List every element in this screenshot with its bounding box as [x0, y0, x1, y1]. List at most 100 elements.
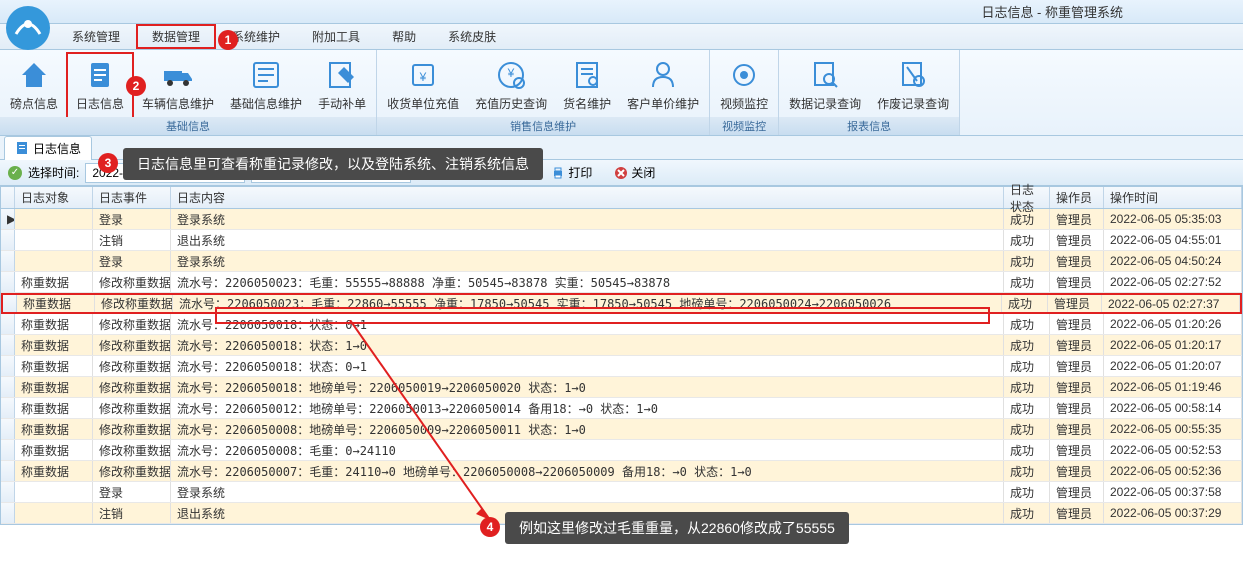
- th-content[interactable]: 日志内容: [171, 187, 1004, 208]
- row-marker: [1, 251, 15, 271]
- th-operator[interactable]: 操作员: [1050, 187, 1104, 208]
- cell-operator: 管理员: [1050, 356, 1104, 376]
- menu-system-mgmt[interactable]: 系统管理: [56, 24, 136, 49]
- tool-void-query[interactable]: 作废记录查询: [869, 52, 957, 119]
- cell-operator: 管理员: [1050, 335, 1104, 355]
- cell-time: 2022-06-05 02:27:37: [1102, 295, 1240, 312]
- row-marker: [1, 503, 15, 523]
- check-icon: ✓: [8, 166, 22, 180]
- void-doc-icon: [897, 59, 929, 91]
- cell-event: 修改称重数据: [93, 398, 171, 418]
- cell-time: 2022-06-05 01:19:46: [1104, 377, 1242, 397]
- menu-help[interactable]: 帮助: [376, 24, 432, 49]
- titlebar: 日志信息 - 称重管理系统: [0, 0, 1243, 24]
- cell-time: 2022-06-05 00:52:36: [1104, 461, 1242, 481]
- cell-time: 2022-06-05 00:55:35: [1104, 419, 1242, 439]
- tool-data-query[interactable]: 数据记录查询: [781, 52, 869, 119]
- tool-goods-maint[interactable]: 货名维护: [555, 52, 619, 119]
- cell-event: 修改称重数据: [93, 335, 171, 355]
- cell-time: 2022-06-05 02:27:52: [1104, 272, 1242, 292]
- table-body: ▶登录登录系统成功管理员2022-06-05 05:35:03注销退出系统成功管…: [1, 209, 1242, 524]
- menu-data-mgmt[interactable]: 数据管理: [136, 24, 216, 49]
- cell-status: 成功: [1004, 335, 1050, 355]
- btn-close[interactable]: 关闭: [606, 162, 663, 183]
- table-row[interactable]: 称重数据修改称重数据流水号：2206050008：毛重：0→24110成功管理员…: [1, 440, 1242, 461]
- camera-icon: [728, 59, 760, 91]
- btn-print[interactable]: 打印: [543, 162, 600, 183]
- table-row[interactable]: 称重数据修改称重数据流水号：2206050008：地磅单号：2206050009…: [1, 419, 1242, 440]
- app-logo: [4, 4, 52, 52]
- cell-content: 流水号：2206050023：毛重：55555→88888 净重：50545→8…: [171, 272, 1004, 292]
- table-row[interactable]: 称重数据修改称重数据流水号：2206050023：毛重：55555→88888 …: [1, 272, 1242, 293]
- th-event[interactable]: 日志事件: [93, 187, 171, 208]
- th-time[interactable]: 操作时间: [1104, 187, 1242, 208]
- cell-status: 成功: [1004, 356, 1050, 376]
- cell-time: 2022-06-05 00:52:53: [1104, 440, 1242, 460]
- cell-content: 流水号：2206050012：地磅单号：2206050013→220605001…: [171, 398, 1004, 418]
- home-icon: [18, 59, 50, 91]
- table-row[interactable]: 称重数据修改称重数据流水号：2206050018：状态：0→1成功管理员2022…: [1, 356, 1242, 377]
- cell-content: 流水号：2206050023：毛重：22860→55555 净重：17850→5…: [173, 295, 1002, 312]
- cell-content: 流水号：2206050008：毛重：0→24110: [171, 440, 1004, 460]
- row-marker: ▶: [1, 209, 15, 229]
- menu-addon-tools[interactable]: 附加工具: [296, 24, 376, 49]
- table-row[interactable]: 称重数据修改称重数据流水号：2206050007：毛重：24110→0 地磅单号…: [1, 461, 1242, 482]
- row-marker: [1, 419, 15, 439]
- cell-content: 流水号：2206050018：状态：0→1: [171, 356, 1004, 376]
- tool-log-info[interactable]: 日志信息: [66, 52, 134, 119]
- th-status[interactable]: 日志状态: [1004, 187, 1050, 208]
- cell-status: 成功: [1004, 398, 1050, 418]
- group-label-sales: 销售信息维护: [377, 117, 709, 135]
- tab-label: 日志信息: [33, 140, 81, 157]
- tool-recharge[interactable]: ¥ 收货单位充值: [379, 52, 467, 119]
- table-row[interactable]: 称重数据修改称重数据流水号：2206050018：状态：0→1成功管理员2022…: [1, 314, 1242, 335]
- tool-basic-maint[interactable]: 基础信息维护: [222, 52, 310, 119]
- table-row[interactable]: 称重数据修改称重数据流水号：2206050018：地磅单号：2206050019…: [1, 377, 1242, 398]
- cell-object: [15, 230, 93, 250]
- table-row[interactable]: 登录登录系统成功管理员2022-06-05 04:50:24: [1, 251, 1242, 272]
- tool-manual-order[interactable]: 手动补单: [310, 52, 374, 119]
- cell-time: 2022-06-05 00:58:14: [1104, 398, 1242, 418]
- cell-time: 2022-06-05 01:20:07: [1104, 356, 1242, 376]
- cell-operator: 管理员: [1050, 272, 1104, 292]
- cell-status: 成功: [1004, 503, 1050, 523]
- tool-pound-info[interactable]: 磅点信息: [2, 52, 66, 119]
- table-row[interactable]: 注销退出系统成功管理员2022-06-05 04:55:01: [1, 230, 1242, 251]
- cell-object: 称重数据: [15, 356, 93, 376]
- doc-icon: [571, 59, 603, 91]
- cell-status: 成功: [1004, 377, 1050, 397]
- row-marker: [1, 377, 15, 397]
- table-row[interactable]: 称重数据修改称重数据流水号：2206050023：毛重：22860→55555 …: [1, 293, 1242, 314]
- table-row[interactable]: ▶登录登录系统成功管理员2022-06-05 05:35:03: [1, 209, 1242, 230]
- tool-customer-price[interactable]: 客户单价维护: [619, 52, 707, 119]
- callout-tip-4: 例如这里修改过毛重重量，从22860修改成了55555: [505, 512, 849, 544]
- table-row[interactable]: 登录登录系统成功管理员2022-06-05 00:37:58: [1, 482, 1242, 503]
- table-row[interactable]: 称重数据修改称重数据流水号：2206050012：地磅单号：2206050013…: [1, 398, 1242, 419]
- cell-object: 称重数据: [15, 419, 93, 439]
- edit-icon: [326, 59, 358, 91]
- tool-recharge-history[interactable]: ¥ 充值历史查询: [467, 52, 555, 119]
- cell-content: 流水号：2206050008：地磅单号：2206050009→220605001…: [171, 419, 1004, 439]
- cell-time: 2022-06-05 00:37:29: [1104, 503, 1242, 523]
- callout-4: 4: [480, 517, 500, 537]
- row-marker: [1, 461, 15, 481]
- tool-video-monitor[interactable]: 视频监控: [712, 52, 776, 119]
- callout-2: 2: [126, 76, 146, 96]
- cell-event: 修改称重数据: [93, 377, 171, 397]
- cell-object: 称重数据: [17, 295, 95, 312]
- cell-content: 登录系统: [171, 251, 1004, 271]
- cell-object: 称重数据: [15, 314, 93, 334]
- cell-object: 称重数据: [15, 272, 93, 292]
- th-object[interactable]: 日志对象: [15, 187, 93, 208]
- tool-vehicle-maint[interactable]: 车辆信息维护: [134, 52, 222, 119]
- cell-object: 称重数据: [15, 335, 93, 355]
- menu-skin[interactable]: 系统皮肤: [432, 24, 512, 49]
- row-marker: [1, 230, 15, 250]
- table-row[interactable]: 称重数据修改称重数据流水号：2206050018：状态：1→0成功管理员2022…: [1, 335, 1242, 356]
- money-icon: ¥: [407, 59, 439, 91]
- cell-event: 修改称重数据: [93, 440, 171, 460]
- cell-event: 注销: [93, 230, 171, 250]
- row-marker: [1, 272, 15, 292]
- row-marker: [1, 398, 15, 418]
- tab-log-info[interactable]: 日志信息: [4, 136, 92, 160]
